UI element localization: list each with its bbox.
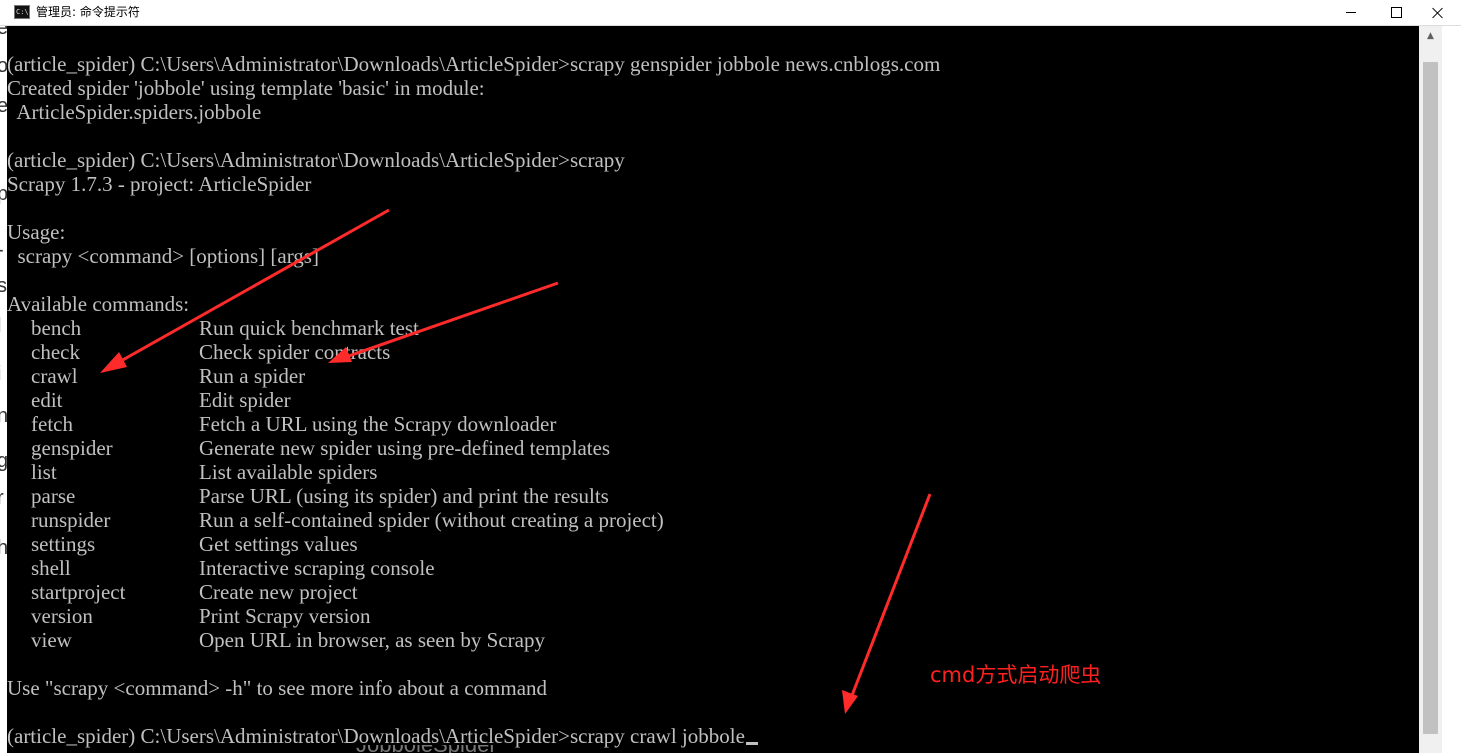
command-desc: Print Scrapy version [199, 604, 371, 628]
command-desc: Parse URL (using its spider) and print t… [199, 484, 609, 508]
command-name: bench [31, 316, 82, 340]
command-name: version [31, 604, 93, 628]
command-name: edit [31, 388, 63, 412]
command-name: runspider [31, 508, 111, 532]
console-line: Scrapy 1.7.3 - project: ArticleSpider [7, 172, 312, 196]
title-bar[interactable]: C:\ 管理员: 命令提示符 [0, 0, 1461, 26]
strip-char: s [0, 275, 7, 297]
strip-char: - [0, 240, 4, 260]
command-desc: Generate new spider using pre-defined te… [199, 436, 611, 460]
console-line: (article_spider) C:\Users\Administrator\… [7, 148, 625, 172]
text-cursor [745, 742, 758, 745]
strip-char: e [0, 95, 7, 117]
command-name: list [31, 460, 57, 484]
command-desc: Edit spider [199, 388, 291, 412]
command-name: settings [31, 532, 96, 556]
console-line: ArticleSpider.spiders.jobbole [7, 100, 262, 124]
command-desc: Run a self-contained spider (without cre… [199, 508, 664, 532]
strip-char: l [0, 316, 1, 336]
strip-char: p [0, 183, 7, 205]
close-button[interactable] [1415, 0, 1461, 25]
background-text-fragment: JobboleSpider [356, 745, 556, 753]
help-line: Use "scrapy <command> -h" to see more in… [7, 676, 548, 700]
strip-char: g [0, 450, 7, 472]
console-output[interactable]: (article_spider) C:\Users\Administrator\… [7, 26, 1419, 753]
scroll-up-arrow-icon: ▲ [1427, 31, 1434, 41]
strip-char: e [0, 26, 7, 39]
close-icon [1432, 7, 1444, 19]
command-desc: Get settings values [199, 532, 358, 556]
scroll-up-button[interactable]: ▲ [1419, 26, 1442, 46]
command-desc: Check spider contracts [199, 340, 391, 364]
command-name: startproject [31, 580, 126, 604]
strip-char: o [0, 55, 7, 77]
window-title: 管理员: 命令提示符 [36, 5, 140, 19]
minimize-button[interactable] [1328, 0, 1374, 25]
command-desc: Run a spider [199, 364, 306, 388]
command-name: fetch [31, 412, 73, 436]
command-name: view [31, 628, 72, 652]
command-desc: Open URL in browser, as seen by Scrapy [199, 628, 545, 652]
command-desc: List available spiders [199, 460, 378, 484]
strip-char: r [0, 487, 4, 509]
annotation-label: cmd方式启动爬虫 [930, 663, 1102, 687]
minimize-icon [1346, 12, 1356, 13]
command-name: crawl [31, 364, 78, 388]
command-name: genspider [31, 436, 113, 460]
strip-char: i [0, 364, 1, 384]
console-line: Usage: [7, 220, 66, 244]
command-name: parse [31, 484, 76, 508]
scroll-track[interactable]: ▲ [1419, 26, 1442, 753]
maximize-button[interactable] [1373, 0, 1419, 25]
command-desc: Run quick benchmark test [199, 316, 419, 340]
console-line: scrapy <command> [options] [args] [7, 244, 319, 268]
vertical-scrollbar[interactable]: ▲ [1419, 26, 1461, 753]
command-desc: Interactive scraping console [199, 556, 435, 580]
scroll-thumb[interactable] [1423, 62, 1438, 734]
background-document-strip: e o e p - s l i n g r h [0, 26, 7, 753]
console-line: Available commands: [7, 292, 190, 316]
background-text: JobboleSpider [356, 745, 497, 753]
strip-char: h [0, 537, 7, 559]
strip-char: n [0, 405, 7, 427]
command-name: check [31, 340, 80, 364]
console-line: Created spider 'jobbole' using template … [7, 76, 485, 100]
command-desc: Create new project [199, 580, 358, 604]
cmd-icon: C:\ [14, 5, 30, 19]
console-line: (article_spider) C:\Users\Administrator\… [7, 52, 941, 76]
maximize-icon [1390, 7, 1402, 18]
command-desc: Fetch a URL using the Scrapy downloader [199, 412, 557, 436]
command-name: shell [31, 556, 71, 580]
